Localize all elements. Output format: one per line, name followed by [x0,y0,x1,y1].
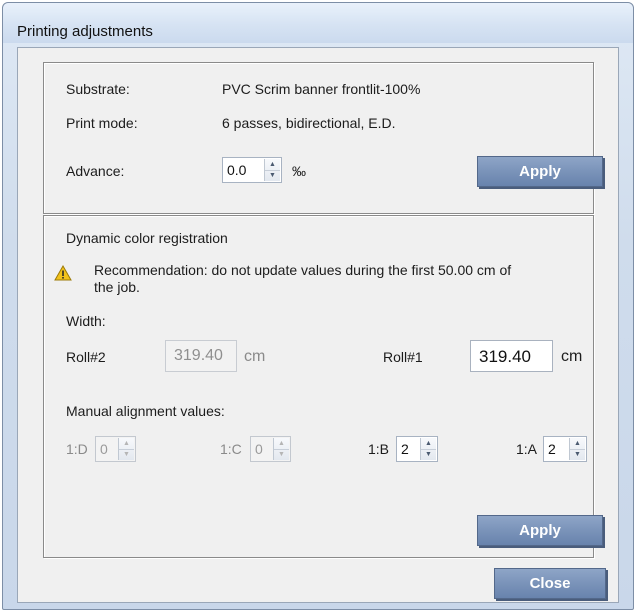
title-bar[interactable]: Printing adjustments [3,3,633,43]
warning-icon [54,265,72,281]
alignment-1d-label: 1:D [66,441,88,457]
roll2-label: Roll#2 [66,349,106,365]
alignment-1b-spin-arrows[interactable]: ▲ ▼ [420,438,436,460]
roll2-width-value: 319.40 [174,347,223,364]
width-label: Width: [66,313,106,329]
manual-alignment-label: Manual alignment values: [66,403,225,419]
advance-spinbox[interactable]: 0.0 ▲ ▼ [222,157,282,183]
alignment-1b-spinbox[interactable]: 2 ▲ ▼ [396,436,438,462]
alignment-1c-value: 0 [255,441,263,457]
window-title: Printing adjustments [17,23,153,40]
spin-down-arrow-icon[interactable]: ▼ [265,170,280,181]
roll2-width-field[interactable]: 319.40 [165,340,237,372]
alignment-1d-value: 0 [100,441,108,457]
alignment-1b-value: 2 [401,441,409,457]
alignment-1c-spin-arrows[interactable]: ▲ ▼ [273,438,289,460]
print-mode-label: Print mode: [66,115,138,131]
spin-down-arrow-icon[interactable]: ▼ [570,449,585,460]
printing-adjustments-dialog: Printing adjustments Substrate: PVC Scri… [2,2,634,610]
apply-registration-button[interactable]: Apply [477,515,603,546]
alignment-1d-spin-arrows[interactable]: ▲ ▼ [118,438,134,460]
alignment-1a-value: 2 [548,441,556,457]
advance-spin-arrows[interactable]: ▲ ▼ [264,159,280,181]
alignment-1c-spinbox[interactable]: 0 ▲ ▼ [250,436,291,462]
roll1-width-value: 319.40 [479,347,531,366]
substrate-value: PVC Scrim banner frontlit-100% [222,81,421,97]
roll1-width-field[interactable]: 319.40 [470,340,553,372]
alignment-1d-spinbox[interactable]: 0 ▲ ▼ [95,436,136,462]
alignment-1c-label: 1:C [220,441,242,457]
alignment-1b-label: 1:B [368,441,390,457]
print-mode-value: 6 passes, bidirectional, E.D. [222,115,396,131]
dialog-client-area: Substrate: PVC Scrim banner frontlit-100… [17,47,619,603]
substrate-label: Substrate: [66,81,130,97]
registration-title: Dynamic color registration [66,230,228,246]
advance-value: 0.0 [227,162,247,178]
alignment-1a-spin-arrows[interactable]: ▲ ▼ [569,438,585,460]
recommendation-text-line1: Recommendation: do not update values dur… [94,262,512,278]
advance-label: Advance: [66,163,125,179]
roll1-label: Roll#1 [383,349,423,365]
advance-unit: ‰ [292,163,306,179]
spin-down-arrow-icon[interactable]: ▼ [274,449,289,460]
roll2-unit: cm [244,348,266,365]
printing-settings-group: Substrate: PVC Scrim banner frontlit-100… [43,62,603,214]
roll1-unit: cm [561,348,583,365]
dynamic-color-registration-group: Dynamic color registration Recommendatio… [43,215,603,558]
apply-advance-button[interactable]: Apply [477,156,603,187]
alignment-1a-label: 1:A [516,441,538,457]
recommendation-text-line2: the job. [94,279,140,295]
spin-down-arrow-icon[interactable]: ▼ [119,449,134,460]
spin-down-arrow-icon[interactable]: ▼ [421,449,436,460]
alignment-1a-spinbox[interactable]: 2 ▲ ▼ [543,436,587,462]
close-button[interactable]: Close [494,568,606,599]
